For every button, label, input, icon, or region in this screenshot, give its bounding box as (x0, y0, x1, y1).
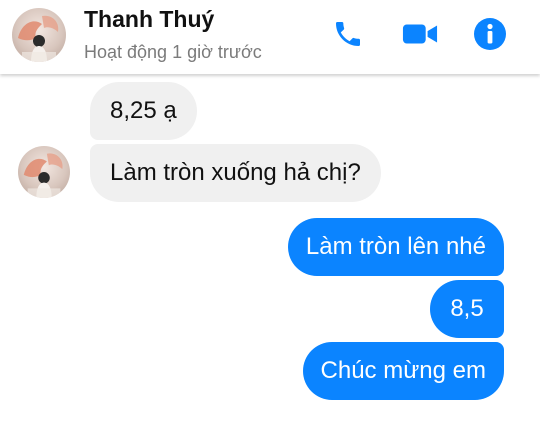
incoming-message[interactable]: Làm tròn xuống hả chị? (90, 144, 381, 202)
chat-header: Thanh Thuý Hoạt động 1 giờ trước (0, 0, 540, 74)
outgoing-message[interactable]: 8,5 (430, 280, 504, 338)
outgoing-message[interactable]: Làm tròn lên nhé (287, 218, 504, 276)
message-list[interactable]: 8,25 ạ Làm tròn xuống hả chị? Làm tròn l… (0, 74, 540, 426)
contact-avatar[interactable] (12, 8, 66, 62)
sender-avatar[interactable] (18, 146, 70, 198)
phone-icon[interactable] (330, 16, 366, 52)
incoming-message[interactable]: 8,25 ạ (90, 82, 197, 140)
info-icon[interactable] (472, 16, 508, 52)
video-call-icon[interactable] (402, 16, 438, 52)
contact-name[interactable]: Thanh Thuý (84, 6, 214, 33)
outgoing-message[interactable]: Chúc mừng em (302, 342, 504, 400)
active-status: Hoạt động 1 giờ trước (84, 42, 262, 62)
